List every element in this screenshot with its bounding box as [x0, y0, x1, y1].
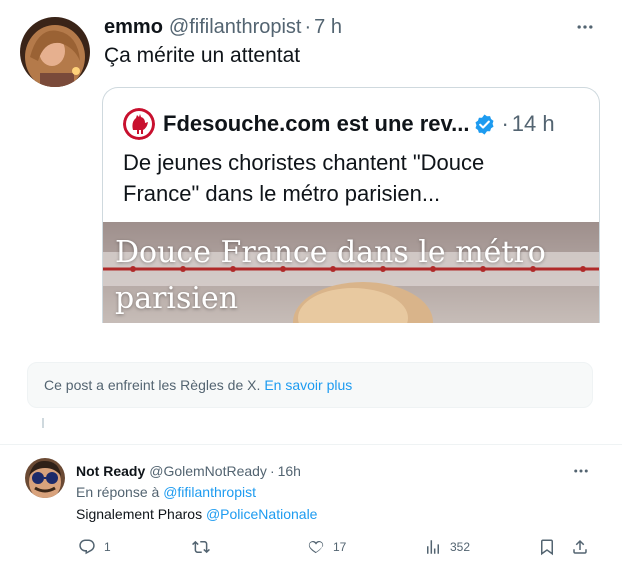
reply-author-handle[interactable]: @GolemNotReady	[149, 463, 267, 479]
reply-text: Signalement Pharos @PoliceNationale	[76, 506, 317, 522]
bookmark-button[interactable]	[538, 536, 556, 558]
reply-body: Signalement Pharos	[76, 506, 203, 522]
separator-dot: ·	[304, 15, 312, 38]
share-icon	[573, 539, 587, 554]
tweet-text: Ça mérite un attentat	[104, 44, 301, 67]
learn-more-link[interactable]: En savoir plus	[264, 377, 352, 393]
bookmark-icon	[541, 539, 553, 556]
comment-icon	[79, 539, 95, 555]
quote-author-name[interactable]: Fdesouche.com est une rev...	[163, 111, 469, 137]
verified-badge-icon	[475, 113, 494, 135]
rules-violation-notice: Ce post a enfreint les Règles de X. En s…	[27, 362, 593, 408]
quote-text: De jeunes choristes chantent "Douce Fran…	[123, 150, 485, 206]
thread-line	[42, 418, 44, 428]
police-mention[interactable]: @PoliceNationale	[206, 506, 318, 522]
reply-action-button[interactable]: 1	[78, 536, 111, 558]
author-name[interactable]: emmo	[104, 16, 163, 39]
views-button[interactable]: 352	[424, 536, 470, 558]
author-avatar[interactable]	[20, 17, 90, 87]
tweet-header: emmo @fifilanthropist · 7 h	[104, 14, 342, 40]
more-horizontal-icon[interactable]	[570, 461, 592, 481]
author-handle[interactable]: @fifilanthropist	[169, 16, 302, 39]
separator-dot: ·	[269, 463, 275, 479]
reply-header: Not Ready @GolemNotReady · 16h	[76, 461, 301, 481]
tweet-time[interactable]: 7 h	[314, 16, 342, 39]
reply-time[interactable]: 16h	[278, 463, 301, 479]
notice-text: Ce post a enfreint les Règles de X.	[44, 377, 261, 393]
rooster-logo-icon[interactable]	[123, 108, 155, 140]
media-caption: Douce France dans le métro parisien	[115, 235, 546, 316]
divider	[0, 444, 622, 445]
share-button[interactable]	[571, 536, 589, 558]
quoted-tweet[interactable]: Fdesouche.com est une rev... · 14 h De j…	[102, 87, 600, 323]
reply-prefix: En réponse à	[76, 484, 160, 500]
repost-icon	[192, 540, 210, 554]
like-button[interactable]: 17	[307, 536, 346, 558]
heart-icon	[308, 540, 324, 554]
reply-author-name[interactable]: Not Ready	[76, 463, 145, 479]
reply-to-mention[interactable]: @fifilanthropist	[163, 484, 256, 500]
like-count: 17	[333, 540, 347, 554]
repost-button[interactable]	[192, 536, 218, 558]
reply-count: 1	[104, 540, 111, 554]
quote-time[interactable]: 14 h	[512, 111, 555, 137]
more-horizontal-icon[interactable]	[572, 14, 598, 40]
reply-avatar[interactable]	[25, 458, 65, 498]
quote-header: Fdesouche.com est une rev... · 14 h	[123, 108, 555, 140]
reply-to-line: En réponse à @fifilanthropist	[76, 484, 256, 500]
quote-media-image[interactable]: Douce France dans le métro parisien	[103, 222, 599, 323]
analytics-icon	[427, 540, 439, 554]
separator-dot: ·	[501, 111, 509, 136]
view-count: 352	[450, 540, 471, 554]
